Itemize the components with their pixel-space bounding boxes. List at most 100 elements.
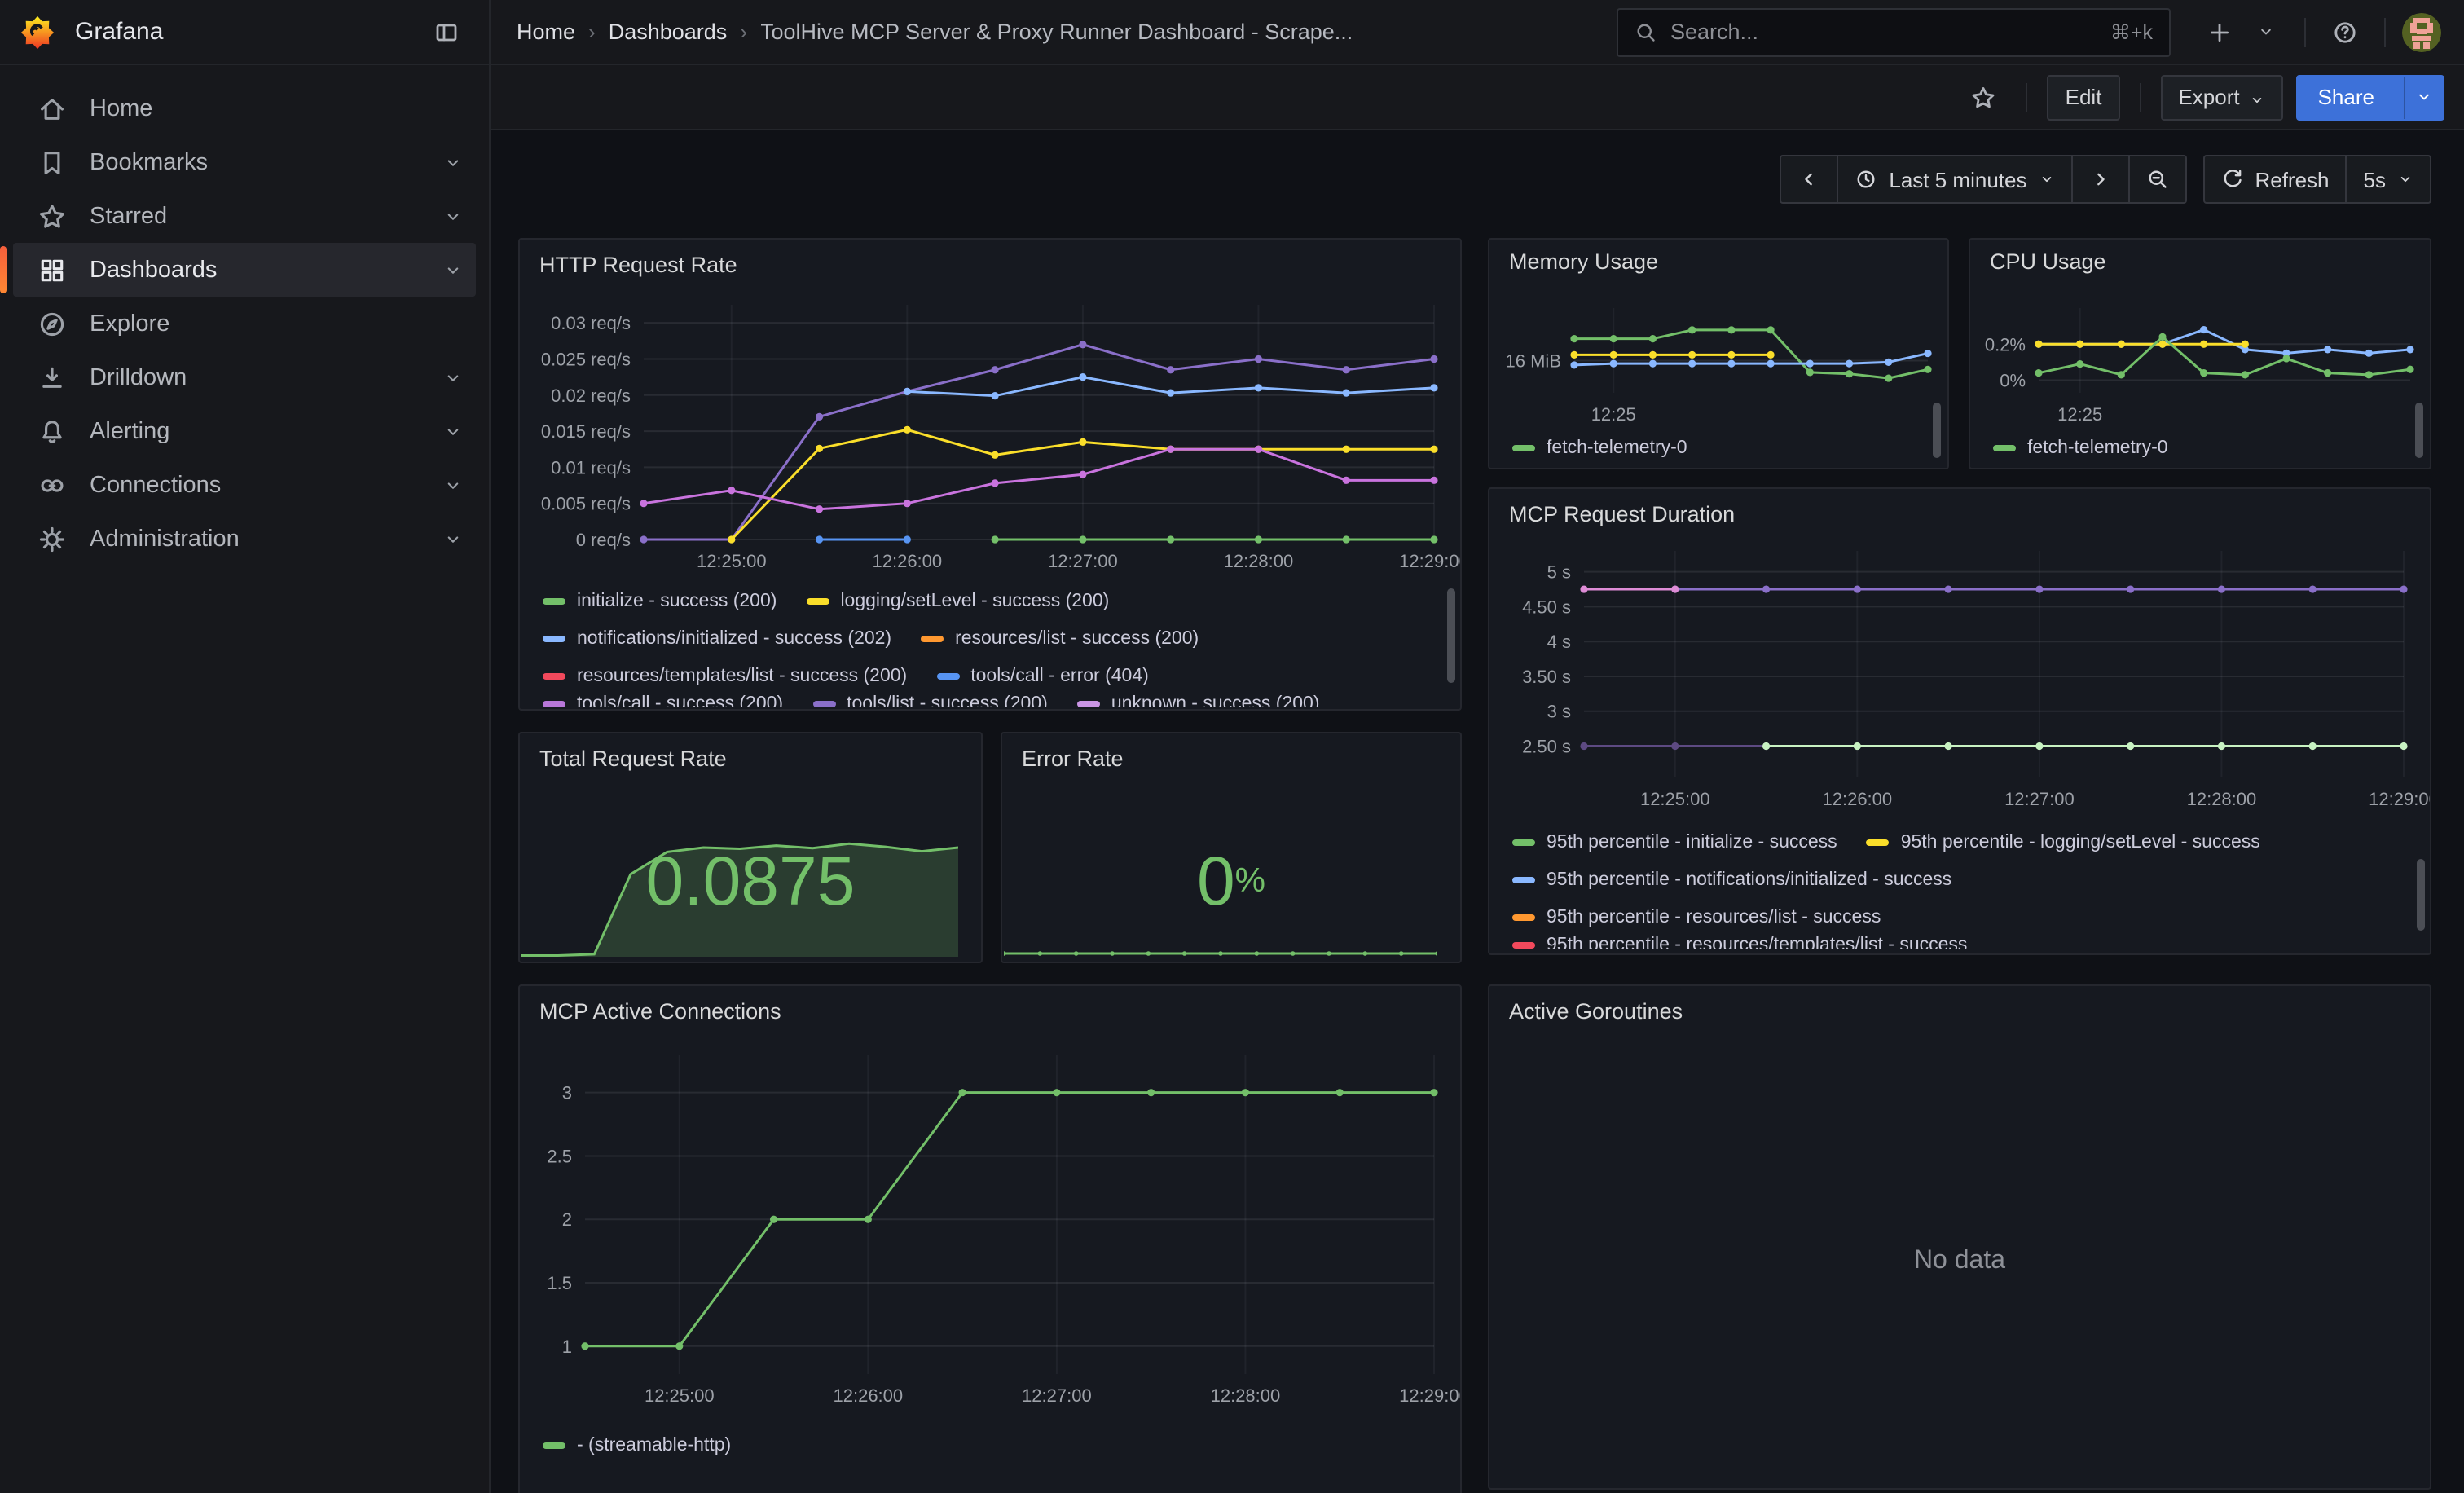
legend-item[interactable]: 95th percentile - resources/templates/li…	[1512, 936, 1967, 949]
legend-item[interactable]: initialize - success (200)	[543, 591, 777, 610]
mcp-request-duration-chart[interactable]: 2.50 s3 s3.50 s4 s4.50 s5 s12:25:0012:26…	[1489, 538, 2430, 823]
breadcrumb-dashboards[interactable]: Dashboards	[609, 20, 728, 44]
connections-legend: - (streamable-http)	[520, 1426, 1460, 1469]
sidebar: HomeBookmarks Starred DashboardsExploreDri…	[0, 65, 491, 1493]
chevron-down-icon[interactable]	[443, 206, 463, 226]
breadcrumb-home[interactable]: Home	[517, 20, 575, 44]
memory-usage-chart[interactable]: 16 MiB12:25	[1489, 282, 1947, 429]
legend-scrollbar[interactable]	[1447, 588, 1455, 683]
legend-item[interactable]: 95th percentile - initialize - success	[1512, 832, 1837, 852]
chevron-down-icon[interactable]	[443, 475, 463, 495]
chevron-down-icon[interactable]	[443, 529, 463, 548]
panel-title[interactable]: MCP Request Duration	[1489, 489, 2430, 538]
legend-label: fetch-telemetry-0	[1547, 438, 1687, 457]
sidebar-item-bookmarks[interactable]: Bookmarks	[13, 135, 476, 189]
divider	[2304, 17, 2306, 46]
legend-item[interactable]: fetch-telemetry-0	[1993, 438, 2168, 457]
edit-button[interactable]: Edit	[2048, 74, 2120, 120]
panel-active-goroutines: Active Goroutines No data	[1488, 984, 2431, 1490]
sidebar-item-starred[interactable]: Starred	[13, 189, 476, 243]
legend-item[interactable]: tools/call - success (200)	[543, 694, 783, 707]
search-icon	[1635, 20, 1657, 43]
dock-menu-icon[interactable]	[424, 9, 469, 55]
svg-text:2.5: 2.5	[547, 1146, 572, 1166]
chevron-down-icon[interactable]	[443, 368, 463, 387]
panel-memory-usage: Memory Usage 16 MiB12:25 fetch-telemetry…	[1488, 238, 1949, 469]
legend-swatch	[1512, 942, 1535, 949]
sidebar-item-drilldown[interactable]: Drilldown	[13, 350, 476, 404]
brand-name: Grafana	[75, 18, 424, 46]
panel-title[interactable]: CPU Usage	[1970, 240, 2430, 282]
export-button[interactable]: Export	[2160, 74, 2283, 120]
sidebar-item-connections[interactable]: Connections	[13, 458, 476, 512]
time-back-button[interactable]	[1781, 156, 1838, 202]
legend-item[interactable]: notifications/initialized - success (202…	[543, 628, 891, 648]
sidebar-item-explore[interactable]: Explore	[13, 297, 476, 350]
grafana-logo[interactable]	[20, 14, 55, 50]
legend-swatch	[543, 1442, 565, 1448]
divider	[2026, 82, 2028, 112]
share-button[interactable]: Share	[2297, 74, 2444, 120]
legend-item[interactable]: 95th percentile - notifications/initiali…	[1512, 870, 1951, 889]
svg-text:0.03 req/s: 0.03 req/s	[551, 313, 631, 333]
chevron-down-icon[interactable]	[2242, 9, 2288, 55]
panel-title[interactable]: Memory Usage	[1489, 240, 1947, 282]
zoom-out-button[interactable]	[2129, 156, 2185, 202]
legend-label: - (streamable-http)	[577, 1435, 731, 1455]
legend-item[interactable]: fetch-telemetry-0	[1512, 438, 1687, 457]
chevron-down-icon[interactable]	[443, 260, 463, 280]
panel-title[interactable]: Active Goroutines	[1489, 986, 2430, 1035]
legend-item[interactable]: resources/templates/list - success (200)	[543, 666, 907, 685]
chevron-down-icon[interactable]	[2404, 76, 2443, 118]
search-input[interactable]	[1670, 20, 2097, 44]
svg-text:0%: 0%	[2000, 371, 2026, 391]
chevron-down-icon[interactable]	[443, 152, 463, 172]
panel-title[interactable]: HTTP Request Rate	[520, 240, 1460, 288]
search-box[interactable]: ⌘+k	[1617, 7, 2171, 56]
cpu-usage-chart[interactable]: 0%0.2%12:25	[1970, 282, 2430, 429]
panel-http-request-rate: HTTP Request Rate 0 req/s0.005 req/s0.01…	[518, 238, 1462, 711]
time-forward-button[interactable]	[2072, 156, 2129, 202]
legend-swatch	[1512, 444, 1535, 451]
legend-item[interactable]: tools/call - error (404)	[936, 666, 1149, 685]
plus-icon[interactable]	[2197, 9, 2242, 55]
chevron-down-icon[interactable]	[443, 421, 463, 441]
legend-label: 95th percentile - resources/list - succe…	[1547, 907, 1881, 927]
svg-text:1: 1	[562, 1337, 572, 1357]
panel-title[interactable]: MCP Active Connections	[520, 986, 1460, 1035]
sidebar-item-dashboards[interactable]: Dashboards	[13, 243, 476, 297]
legend-item[interactable]: - (streamable-http)	[543, 1435, 731, 1455]
sidebar-item-label: Starred	[90, 203, 443, 229]
new-button[interactable]	[2197, 9, 2288, 55]
svg-text:12:25: 12:25	[1591, 404, 1636, 425]
legend-scrollbar[interactable]	[1933, 403, 1941, 458]
legend-swatch	[1512, 876, 1535, 883]
sidebar-item-alerting[interactable]: Alerting	[13, 404, 476, 458]
panel-cpu-usage: CPU Usage 0%0.2%12:25 fetch-telemetry-0	[1969, 238, 2431, 469]
svg-text:12:29:00: 12:29:00	[2369, 789, 2430, 809]
legend-item[interactable]: 95th percentile - resources/list - succe…	[1512, 907, 1881, 927]
help-icon[interactable]	[2322, 9, 2368, 55]
legend-item[interactable]: tools/list - success (200)	[812, 694, 1048, 707]
mcp-active-connections-chart[interactable]: 11.522.5312:25:0012:26:0012:27:0012:28:0…	[520, 1035, 1460, 1426]
legend-item[interactable]: 95th percentile - logging/setLevel - suc…	[1867, 832, 2260, 852]
legend-item[interactable]: unknown - success (200)	[1077, 694, 1320, 707]
legend-item[interactable]: resources/list - success (200)	[921, 628, 1199, 648]
legend-scrollbar[interactable]	[2417, 859, 2425, 931]
panel-error-rate: Error Rate 0%	[1001, 732, 1462, 963]
breadcrumb-separator-icon: ›	[588, 20, 596, 44]
refresh-button[interactable]: Refresh	[2204, 156, 2347, 202]
sidebar-item-home[interactable]: Home	[13, 81, 476, 135]
chevron-down-icon	[2397, 171, 2413, 187]
time-range-button[interactable]: Last 5 minutes	[1838, 156, 2072, 202]
panel-title[interactable]: Error Rate	[1002, 733, 1460, 782]
star-dashboard-icon[interactable]	[1961, 74, 2007, 120]
legend-swatch	[543, 701, 565, 707]
refresh-interval-button[interactable]: 5s	[2347, 156, 2430, 202]
svg-text:12:25:00: 12:25:00	[645, 1385, 715, 1406]
http-request-rate-chart[interactable]: 0 req/s0.005 req/s0.01 req/s0.015 req/s0…	[520, 288, 1460, 582]
legend-item[interactable]: logging/setLevel - success (200)	[806, 591, 1109, 610]
legend-scrollbar[interactable]	[2415, 403, 2423, 458]
avatar[interactable]	[2402, 12, 2441, 51]
sidebar-item-administration[interactable]: Administration	[13, 512, 476, 566]
